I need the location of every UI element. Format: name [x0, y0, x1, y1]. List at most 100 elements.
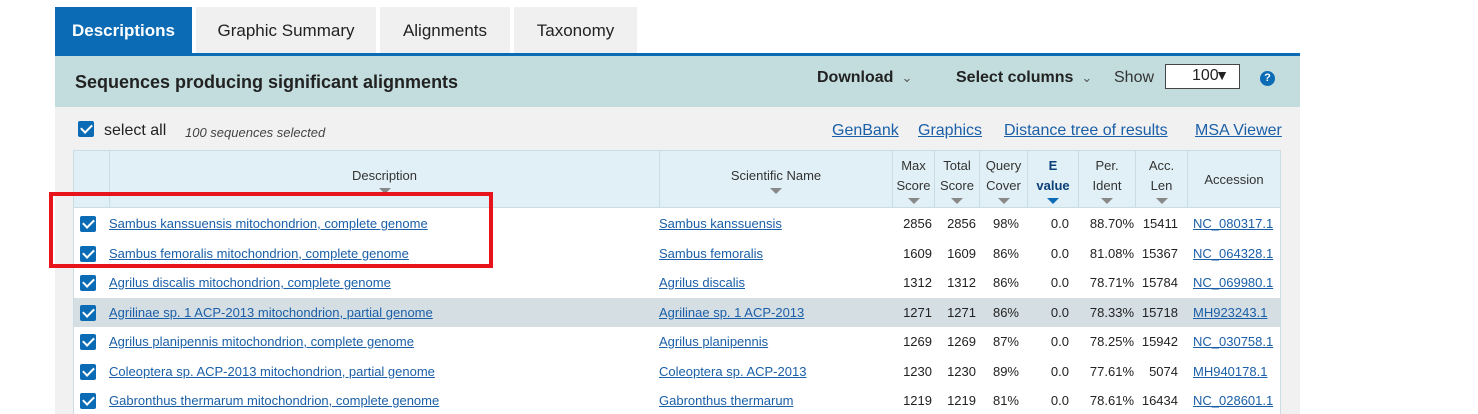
col-total-score[interactable]: Total Score [934, 151, 979, 208]
per-ident-cell: 88.70% [1089, 216, 1134, 231]
acc-len-cell: 5074 [1149, 363, 1178, 379]
description-link[interactable]: Agrilus planipennis mitochondrion, compl… [109, 327, 414, 357]
per-ident-cell: 78.71% [1089, 275, 1134, 290]
show-count-select[interactable]: 100 ▼ [1165, 64, 1240, 89]
accession-link[interactable]: NC_028601.1 [1193, 386, 1273, 414]
scientific-name-link[interactable]: Sambus kanssuensis [659, 209, 782, 239]
per-ident-cell: 78.25% [1089, 334, 1134, 349]
description-link[interactable]: Agrilinae sp. 1 ACP-2013 mitochondrion, … [109, 298, 433, 328]
col-total-score-label-1: Total [943, 157, 971, 173]
table-row: Agrilinae sp. 1 ACP-2013 mitochondrion, … [74, 297, 1280, 328]
accession-link[interactable]: NC_080317.1 [1193, 209, 1273, 239]
col-e-value-label-1: E [1048, 157, 1058, 173]
col-query-cover-label-1: Query [985, 157, 1022, 173]
select-columns-menu[interactable]: Select columns ⌄ [956, 69, 1092, 87]
col-per-ident[interactable]: Per. Ident [1078, 151, 1135, 208]
tab-alignments[interactable]: Alignments [380, 7, 510, 54]
query-cover-cell: 98% [992, 216, 1019, 231]
select-all-label[interactable]: select all [104, 122, 166, 140]
total-score-cell: 1609 [947, 245, 976, 261]
help-icon[interactable]: ? [1260, 71, 1275, 86]
description-link[interactable]: Gabronthus thermarum mitochondrion, comp… [109, 386, 439, 414]
panel-title: Sequences producing significant alignmen… [75, 72, 459, 92]
col-query-cover-label-2: Cover [986, 177, 1021, 193]
acc-len-cell: 15367 [1141, 245, 1178, 261]
annotation-highlight-box [49, 192, 493, 268]
table-row: Agrilus discalis mitochondrion, complete… [74, 268, 1280, 298]
query-cover-cell: 87% [992, 334, 1019, 349]
col-max-score-label-1: Max [901, 157, 926, 173]
show-label: Show [1114, 69, 1155, 86]
scientific-name-link[interactable]: Agrilus discalis [659, 268, 745, 298]
col-accession-label: Accession [1204, 171, 1264, 187]
query-cover-cell: 86% [992, 304, 1019, 320]
accession-link[interactable]: MH923243.1 [1193, 298, 1267, 328]
sort-arrow-icon [1101, 197, 1113, 204]
col-acc-len[interactable]: Acc. Len [1135, 151, 1187, 208]
table-row: Gabronthus thermarum mitochondrion, comp… [74, 386, 1280, 414]
row-checkbox[interactable] [80, 304, 96, 321]
e-value-cell: 0.0 [1050, 275, 1069, 290]
sort-arrow-icon [770, 187, 782, 194]
description-link[interactable]: Coleoptera sp. ACP-2013 mitochondrion, p… [109, 357, 435, 387]
accession-link[interactable]: NC_030758.1 [1193, 327, 1273, 357]
accession-link[interactable]: MH940178.1 [1193, 357, 1267, 387]
sort-arrow-active-icon [1047, 197, 1059, 204]
max-score-cell: 1312 [903, 275, 932, 290]
max-score-cell: 1271 [903, 304, 932, 320]
acc-len-cell: 15718 [1141, 304, 1178, 320]
total-score-cell: 1219 [947, 393, 976, 408]
panel-header: Sequences producing significant alignmen… [55, 56, 1300, 107]
col-acc-len-label-2: Len [1150, 177, 1173, 193]
query-cover-cell: 86% [992, 275, 1019, 290]
scientific-name-link[interactable]: Gabronthus thermarum [659, 386, 793, 414]
e-value-cell: 0.0 [1050, 334, 1069, 349]
scientific-name-link[interactable]: Agrilus planipennis [659, 327, 768, 357]
per-ident-cell: 77.61% [1089, 363, 1134, 379]
e-value-cell: 0.0 [1050, 304, 1069, 320]
acc-len-cell: 16434 [1141, 393, 1178, 408]
col-query-cover[interactable]: Query Cover [979, 151, 1027, 208]
max-score-cell: 1609 [903, 245, 932, 261]
row-checkbox[interactable] [80, 363, 96, 380]
col-e-value-label-2: value [1036, 177, 1070, 193]
e-value-cell: 0.0 [1050, 363, 1069, 379]
col-e-value[interactable]: E value [1027, 151, 1078, 208]
description-link[interactable]: Agrilus discalis mitochondrion, complete… [109, 268, 391, 298]
max-score-cell: 1230 [903, 363, 932, 379]
query-cover-cell: 81% [992, 393, 1019, 408]
select-all-checkbox[interactable] [78, 121, 94, 137]
col-max-score[interactable]: Max Score [892, 151, 934, 208]
distance-tree-link[interactable]: Distance tree of results [1004, 122, 1168, 140]
accession-link[interactable]: NC_064328.1 [1193, 239, 1273, 269]
row-checkbox[interactable] [80, 393, 96, 409]
col-scientific-name[interactable]: Scientific Name [659, 151, 892, 208]
tab-taxonomy[interactable]: Taxonomy [514, 7, 637, 54]
tab-descriptions[interactable]: Descriptions [55, 7, 192, 54]
table-row: Coleoptera sp. ACP-2013 mitochondrion, p… [74, 357, 1280, 387]
row-checkbox[interactable] [80, 275, 96, 291]
acc-len-cell: 15942 [1141, 334, 1178, 349]
col-scientific-name-label: Scientific Name [730, 167, 822, 183]
scientific-name-link[interactable]: Sambus femoralis [659, 239, 763, 269]
result-tabs: Descriptions Graphic Summary Alignments … [55, 7, 641, 54]
msa-viewer-link[interactable]: MSA Viewer [1195, 122, 1282, 140]
scientific-name-link[interactable]: Agrilinae sp. 1 ACP-2013 [659, 298, 804, 328]
per-ident-cell: 78.33% [1089, 304, 1134, 320]
tab-graphic-summary[interactable]: Graphic Summary [196, 7, 376, 54]
accession-link[interactable]: NC_069980.1 [1193, 268, 1273, 298]
row-checkbox[interactable] [80, 334, 96, 350]
query-cover-cell: 89% [992, 363, 1019, 379]
col-max-score-label-2: Score [896, 177, 931, 193]
scientific-name-link[interactable]: Coleoptera sp. ACP-2013 [659, 357, 806, 387]
col-accession[interactable]: Accession [1187, 151, 1280, 208]
genbank-link[interactable]: GenBank [832, 122, 899, 140]
download-menu[interactable]: Download ⌄ [817, 69, 912, 87]
sort-arrow-icon [1155, 197, 1168, 204]
dropdown-caret-icon: ▼ [1215, 67, 1229, 83]
max-score-cell: 2856 [903, 216, 932, 231]
chevron-down-icon: ⌄ [901, 70, 913, 85]
graphics-link[interactable]: Graphics [918, 122, 982, 140]
chevron-down-icon: ⌄ [1081, 70, 1093, 85]
col-per-ident-label-1: Per. [1095, 157, 1119, 173]
